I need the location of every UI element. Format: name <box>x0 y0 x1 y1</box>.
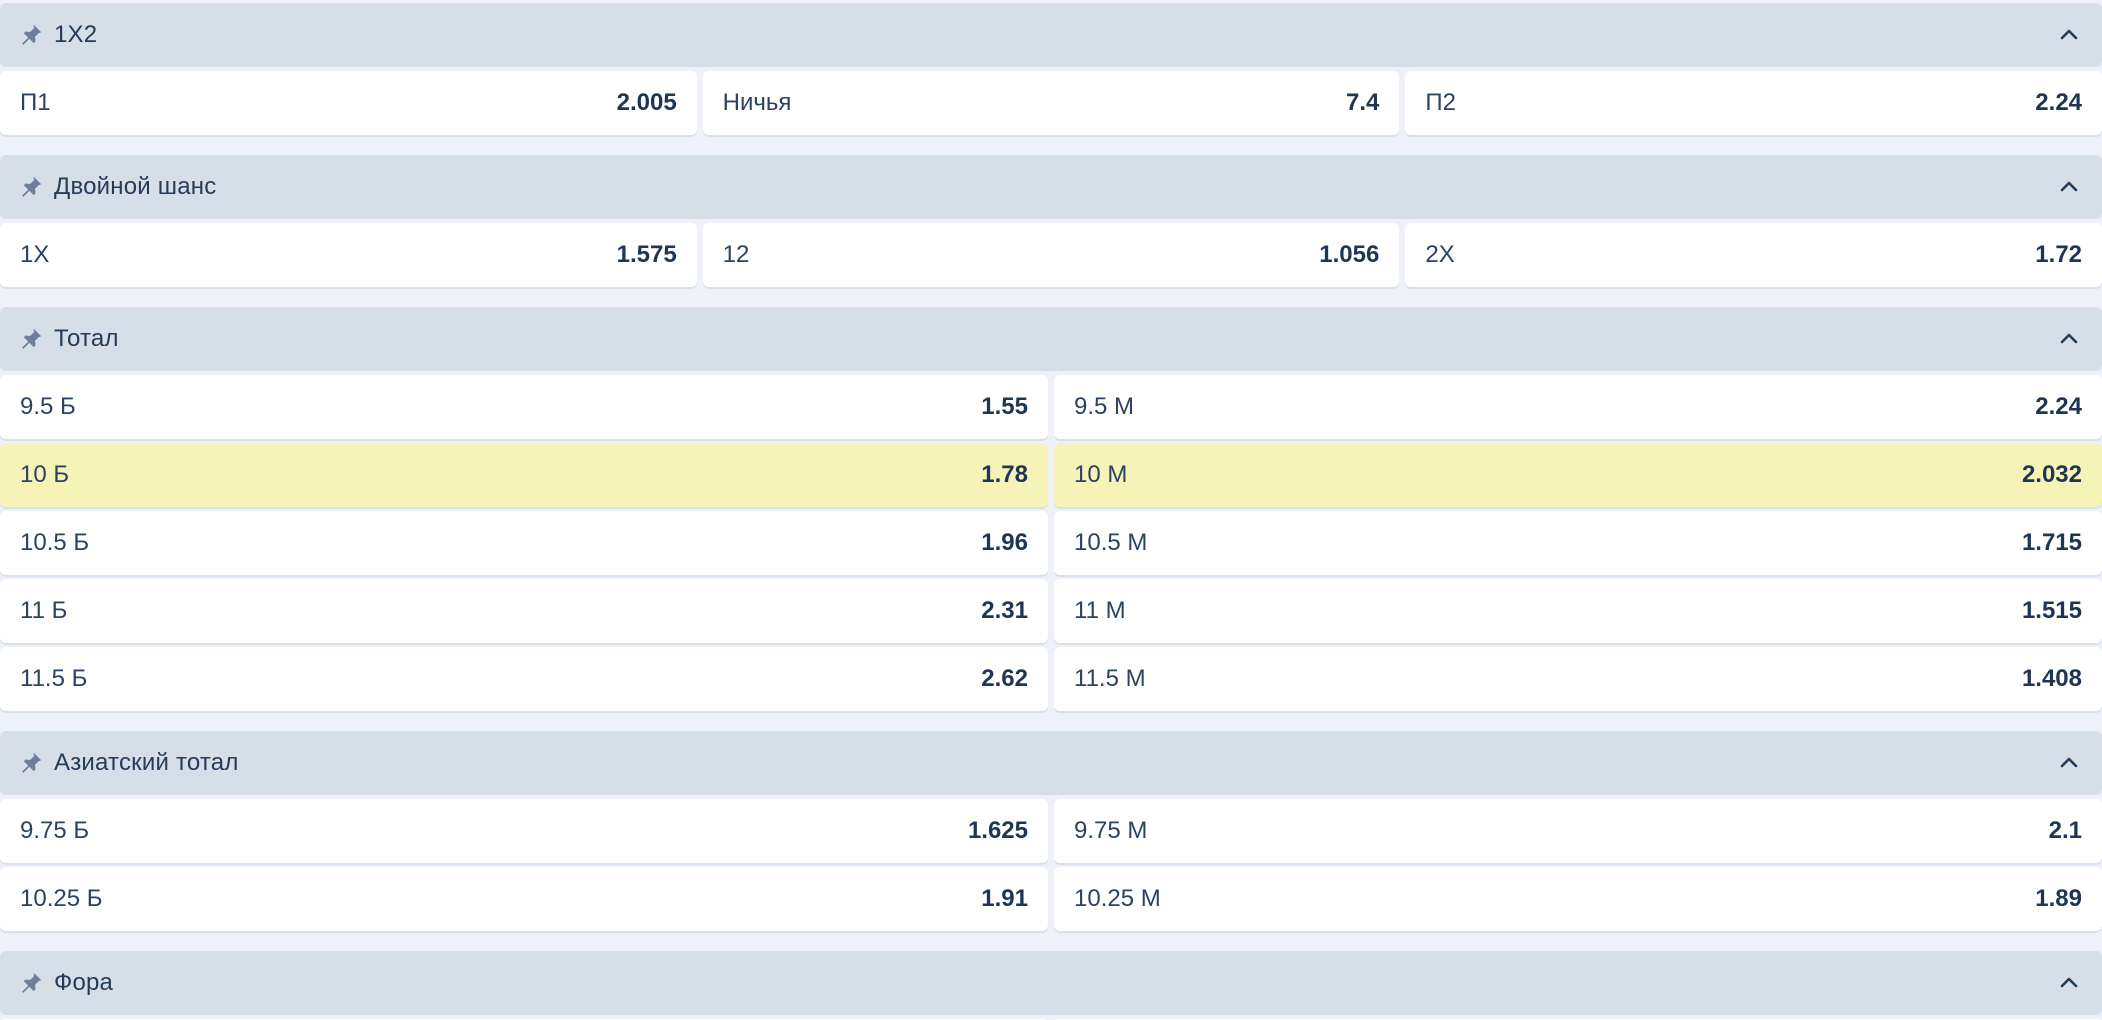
odds-value: 1.96 <box>981 529 1028 556</box>
outcome-label: 9.5 Б <box>20 393 76 420</box>
odds-cell[interactable]: 11.5 Б 2.62 <box>0 647 1048 711</box>
odds-cell-highlighted[interactable]: 10 М 2.032 <box>1054 443 2102 507</box>
chevron-up-icon[interactable] <box>2052 322 2086 356</box>
market-header[interactable]: Фора <box>0 951 2102 1015</box>
odds-value: 2.62 <box>981 665 1028 692</box>
odds-value: 1.515 <box>2021 597 2082 624</box>
outcome-label: 11.5 М <box>1074 665 1146 692</box>
pin-icon[interactable] <box>16 324 46 354</box>
outcome-label: 10.25 М <box>1074 885 1161 912</box>
odds-value: 2.31 <box>981 597 1028 624</box>
odds-row: 11.5 Б 2.62 11.5 М 1.408 <box>0 647 2102 711</box>
outcome-label: 1X <box>20 241 50 268</box>
odds-value: 1.89 <box>2035 885 2082 912</box>
market-header[interactable]: Двойной шанс <box>0 155 2102 219</box>
odds-value: 1.056 <box>1319 241 1380 268</box>
odds-value: 2.24 <box>2035 393 2082 420</box>
odds-cell[interactable]: 10.5 Б 1.96 <box>0 511 1048 575</box>
outcome-label: 9.5 М <box>1074 393 1135 420</box>
outcome-label: 10 Б <box>20 461 70 488</box>
market-header[interactable]: Тотал <box>0 307 2102 371</box>
odds-value: 1.625 <box>967 817 1028 844</box>
odds-cell[interactable]: П1 2.005 <box>0 71 697 135</box>
odds-row: 9.5 Б 1.55 9.5 М 2.24 <box>0 375 2102 439</box>
outcome-label: П2 <box>1425 89 1456 116</box>
market-title: Тотал <box>54 325 119 352</box>
outcome-label: 9.75 М <box>1074 817 1148 844</box>
outcome-label: 11 М <box>1074 597 1126 624</box>
outcome-label: 10 М <box>1074 461 1128 488</box>
outcome-label: П1 <box>20 89 51 116</box>
odds-cell[interactable]: 9.75 Б 1.625 <box>0 799 1048 863</box>
odds-cell[interactable]: 1X 1.575 <box>0 223 697 287</box>
market-header[interactable]: Азиатский тотал <box>0 731 2102 795</box>
outcome-label: Ничья <box>722 89 792 116</box>
market-double-chance: Двойной шанс 1X 1.575 12 1.056 2X 1.72 <box>0 155 2102 287</box>
odds-value: 2.005 <box>616 89 677 116</box>
odds-value: 1.72 <box>2035 241 2083 268</box>
market-title: Фора <box>54 969 114 996</box>
odds-row: 9.75 Б 1.625 9.75 М 2.1 <box>0 799 2102 863</box>
odds-value: 1.715 <box>2021 529 2082 556</box>
odds-value: 1.55 <box>981 393 1028 420</box>
odds-cell-highlighted[interactable]: 10 Б 1.78 <box>0 443 1048 507</box>
outcome-label: 10.5 Б <box>20 529 90 556</box>
odds-cell[interactable]: 11 Б 2.31 <box>0 579 1048 643</box>
odds-cell[interactable]: 11 М 1.515 <box>1054 579 2102 643</box>
odds-cell[interactable]: 9.5 М 2.24 <box>1054 375 2102 439</box>
markets-page: 1X2 П1 2.005 Ничья 7.4 П2 2.24 Двойной шанс… <box>0 0 2102 1020</box>
odds-row: 10 Б 1.78 10 М 2.032 <box>0 443 2102 507</box>
outcome-label: 10.5 М <box>1074 529 1148 556</box>
outcome-label: 11 Б <box>20 597 68 624</box>
market-total: Тотал 9.5 Б 1.55 9.5 М 2.24 10 Б 1.78 10 М 2… <box>0 307 2102 711</box>
odds-value: 2.24 <box>2035 89 2083 116</box>
pin-icon[interactable] <box>16 968 46 998</box>
odds-cell[interactable]: 9.5 Б 1.55 <box>0 375 1048 439</box>
odds-row: 1X 1.575 12 1.056 2X 1.72 <box>0 223 2102 287</box>
odds-value: 2.032 <box>2021 461 2082 488</box>
pin-icon[interactable] <box>16 20 46 50</box>
outcome-label: 11.5 Б <box>20 665 88 692</box>
pin-icon[interactable] <box>16 748 46 778</box>
odds-value: 1.408 <box>2021 665 2082 692</box>
odds-cell[interactable]: П2 2.24 <box>1405 71 2102 135</box>
odds-cell[interactable]: 11.5 М 1.408 <box>1054 647 2102 711</box>
odds-cell[interactable]: Ничья 7.4 <box>702 71 1400 135</box>
chevron-up-icon[interactable] <box>2052 966 2086 1000</box>
market-title: Двойной шанс <box>54 173 217 200</box>
odds-value: 1.575 <box>616 241 677 268</box>
market-title: 1X2 <box>54 21 98 48</box>
odds-value: 7.4 <box>1345 89 1380 116</box>
chevron-up-icon[interactable] <box>2052 170 2086 204</box>
market-header[interactable]: 1X2 <box>0 3 2102 67</box>
odds-row: 10.25 Б 1.91 10.25 М 1.89 <box>0 867 2102 931</box>
odds-value: 2.1 <box>2048 817 2082 844</box>
odds-row: 10.5 Б 1.96 10.5 М 1.715 <box>0 511 2102 575</box>
odds-value: 1.91 <box>981 885 1028 912</box>
odds-row: П1 2.005 Ничья 7.4 П2 2.24 <box>0 71 2102 135</box>
chevron-up-icon[interactable] <box>2052 746 2086 780</box>
odds-value: 1.78 <box>981 461 1028 488</box>
odds-row: 11 Б 2.31 11 М 1.515 <box>0 579 2102 643</box>
pin-icon[interactable] <box>16 172 46 202</box>
odds-cell[interactable]: 10.25 Б 1.91 <box>0 867 1048 931</box>
outcome-label: 10.25 Б <box>20 885 103 912</box>
outcome-label: 9.75 Б <box>20 817 90 844</box>
market-handicap: Фора <box>0 951 2102 1020</box>
outcome-label: 2X <box>1425 241 1455 268</box>
chevron-up-icon[interactable] <box>2052 18 2086 52</box>
odds-cell[interactable]: 10.5 М 1.715 <box>1054 511 2102 575</box>
market-1x2: 1X2 П1 2.005 Ничья 7.4 П2 2.24 <box>0 3 2102 135</box>
market-asian-total: Азиатский тотал 9.75 Б 1.625 9.75 М 2.1 10… <box>0 731 2102 931</box>
outcome-label: 12 <box>722 241 750 268</box>
odds-cell[interactable]: 10.25 М 1.89 <box>1054 867 2102 931</box>
odds-cell[interactable]: 12 1.056 <box>702 223 1400 287</box>
odds-cell[interactable]: 2X 1.72 <box>1405 223 2102 287</box>
market-title: Азиатский тотал <box>54 749 239 776</box>
odds-cell[interactable]: 9.75 М 2.1 <box>1054 799 2102 863</box>
